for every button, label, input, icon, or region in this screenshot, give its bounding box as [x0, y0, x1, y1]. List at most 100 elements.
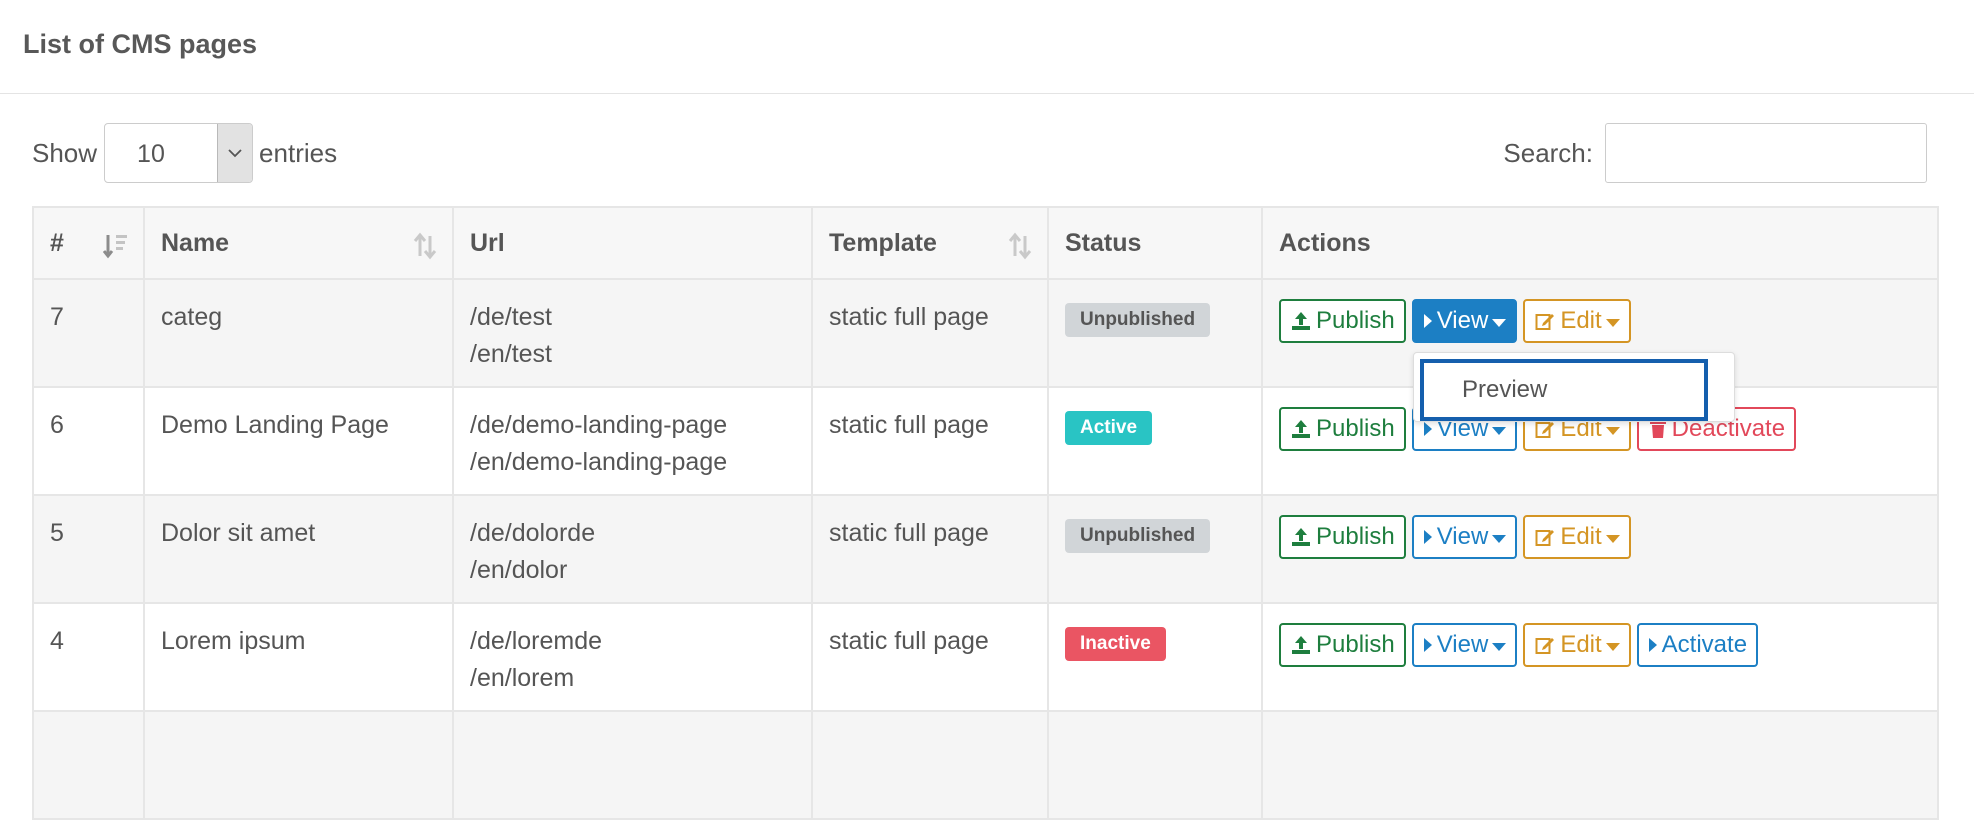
entries-select-value: 10 — [137, 140, 165, 168]
publish-label: Publish — [1316, 523, 1395, 550]
cell-url — [452, 710, 813, 820]
search-label: Search: — [1503, 137, 1593, 168]
cell-status: Active — [1047, 386, 1263, 496]
trash-icon — [1649, 419, 1666, 438]
cell-status: Inactive — [1047, 602, 1263, 712]
publish-button[interactable]: Publish — [1279, 299, 1406, 343]
publish-button[interactable]: Publish — [1279, 515, 1406, 559]
upload-icon — [1292, 312, 1310, 330]
edit-dropdown-button[interactable]: Edit — [1523, 299, 1631, 343]
cell-name: Dolor sit amet — [143, 494, 454, 604]
play-icon — [1423, 422, 1432, 436]
view-dropdown-button[interactable]: View — [1411, 515, 1518, 559]
caret-down-icon — [1492, 427, 1507, 435]
status-badge: Active — [1065, 411, 1153, 445]
col-header-id-label: # — [50, 228, 64, 257]
search-box: Search: — [1503, 123, 1927, 183]
caret-down-icon — [1605, 643, 1620, 651]
edit-icon — [1535, 530, 1555, 546]
edit-icon — [1535, 638, 1555, 654]
upload-icon — [1292, 636, 1310, 654]
url-en: /en/dolor — [470, 556, 568, 584]
cell-status: Unpublished — [1047, 494, 1263, 604]
url-de: /de/demo-landing-page — [470, 411, 728, 439]
caret-down-icon — [1605, 535, 1620, 543]
cell-id: 7 — [32, 278, 145, 388]
view-label: View — [1436, 307, 1489, 334]
edit-label: Edit — [1560, 523, 1602, 550]
play-icon — [1648, 638, 1657, 652]
status-badge: Unpublished — [1065, 303, 1211, 337]
url-de: /de/dolorde — [470, 519, 596, 547]
cell-name — [143, 710, 454, 820]
cell-id: 4 — [32, 602, 145, 712]
url-en: /en/test — [470, 340, 552, 368]
cell-template: static full page — [811, 386, 1049, 496]
cell-id: 5 — [32, 494, 145, 604]
col-header-actions-label: Actions — [1279, 228, 1371, 257]
view-label: View — [1436, 523, 1489, 550]
sort-both-icon[interactable] — [1007, 232, 1033, 260]
edit-dropdown-button[interactable]: Edit — [1523, 623, 1631, 667]
edit-label: Edit — [1560, 631, 1602, 658]
panel-header: List of CMS pages — [0, 0, 1974, 94]
caret-down-icon — [1492, 643, 1507, 651]
col-header-actions: Actions — [1261, 206, 1939, 280]
col-header-template[interactable]: Template — [811, 206, 1049, 280]
chevron-down-icon[interactable] — [217, 124, 253, 182]
col-header-id[interactable]: # — [32, 206, 145, 280]
cell-url: /de/demo-landing-page /en/demo-landing-p… — [452, 386, 813, 496]
cell-url: /de/dolorde /en/dolor — [452, 494, 813, 604]
sort-both-icon[interactable] — [412, 232, 438, 260]
url-de: /de/loremde — [470, 627, 603, 655]
search-input[interactable] — [1605, 123, 1927, 183]
caret-down-icon — [1492, 535, 1507, 543]
publish-button[interactable]: Publish — [1279, 407, 1406, 451]
url-de: /de/test — [470, 303, 552, 331]
cell-status: Unpublished — [1047, 278, 1263, 388]
caret-down-icon — [1605, 427, 1620, 435]
cell-template: static full page — [811, 602, 1049, 712]
show-label: Show — [32, 137, 98, 168]
play-icon — [1423, 638, 1432, 652]
table-controls: Show 10 entries Search: — [32, 123, 1927, 183]
entries-label: entries — [259, 137, 338, 168]
edit-dropdown-button[interactable]: Edit — [1523, 515, 1631, 559]
col-header-name[interactable]: Name — [143, 206, 454, 280]
publish-button[interactable]: Publish — [1279, 623, 1406, 667]
view-dropdown-menu: Preview — [1413, 352, 1735, 422]
entries-select[interactable]: 10 — [104, 123, 254, 183]
play-icon — [1423, 530, 1432, 544]
caret-down-icon — [1492, 319, 1507, 327]
status-badge: Unpublished — [1065, 519, 1211, 553]
cell-template: static full page — [811, 278, 1049, 388]
col-header-url: Url — [452, 206, 813, 280]
url-en: /en/lorem — [470, 664, 575, 692]
sort-desc-icon[interactable] — [103, 232, 129, 260]
cell-actions: Publish View Edit Activate — [1261, 602, 1939, 712]
edit-icon — [1535, 314, 1555, 330]
length-menu: Show 10 entries — [32, 123, 337, 183]
view-dropdown-button[interactable]: View — [1411, 299, 1518, 343]
cell-actions: Publish View Edit — [1261, 494, 1939, 604]
activate-label: Activate — [1661, 631, 1748, 658]
cell-template: static full page — [811, 494, 1049, 604]
view-dropdown-button[interactable]: View — [1411, 623, 1518, 667]
cell-name: categ — [143, 278, 454, 388]
col-header-url-label: Url — [470, 228, 505, 257]
cms-pages-table: # Name Url Template Status Actions 7 cat… — [32, 206, 1939, 820]
cell-name: Demo Landing Page — [143, 386, 454, 496]
col-header-status-label: Status — [1065, 228, 1142, 257]
publish-label: Publish — [1316, 631, 1395, 658]
table-header-row: # Name Url Template Status Actions — [32, 206, 1939, 280]
edit-icon — [1535, 422, 1555, 438]
status-badge: Inactive — [1065, 627, 1166, 661]
preview-menu-item[interactable]: Preview — [1420, 359, 1708, 421]
cell-url: /de/loremde /en/lorem — [452, 602, 813, 712]
table-row: 5 Dolor sit amet /de/dolorde /en/dolor s… — [32, 494, 1939, 604]
view-label: View — [1436, 631, 1489, 658]
activate-button[interactable]: Activate — [1636, 623, 1759, 667]
edit-label: Edit — [1560, 307, 1602, 334]
upload-icon — [1292, 420, 1310, 438]
upload-icon — [1292, 528, 1310, 546]
